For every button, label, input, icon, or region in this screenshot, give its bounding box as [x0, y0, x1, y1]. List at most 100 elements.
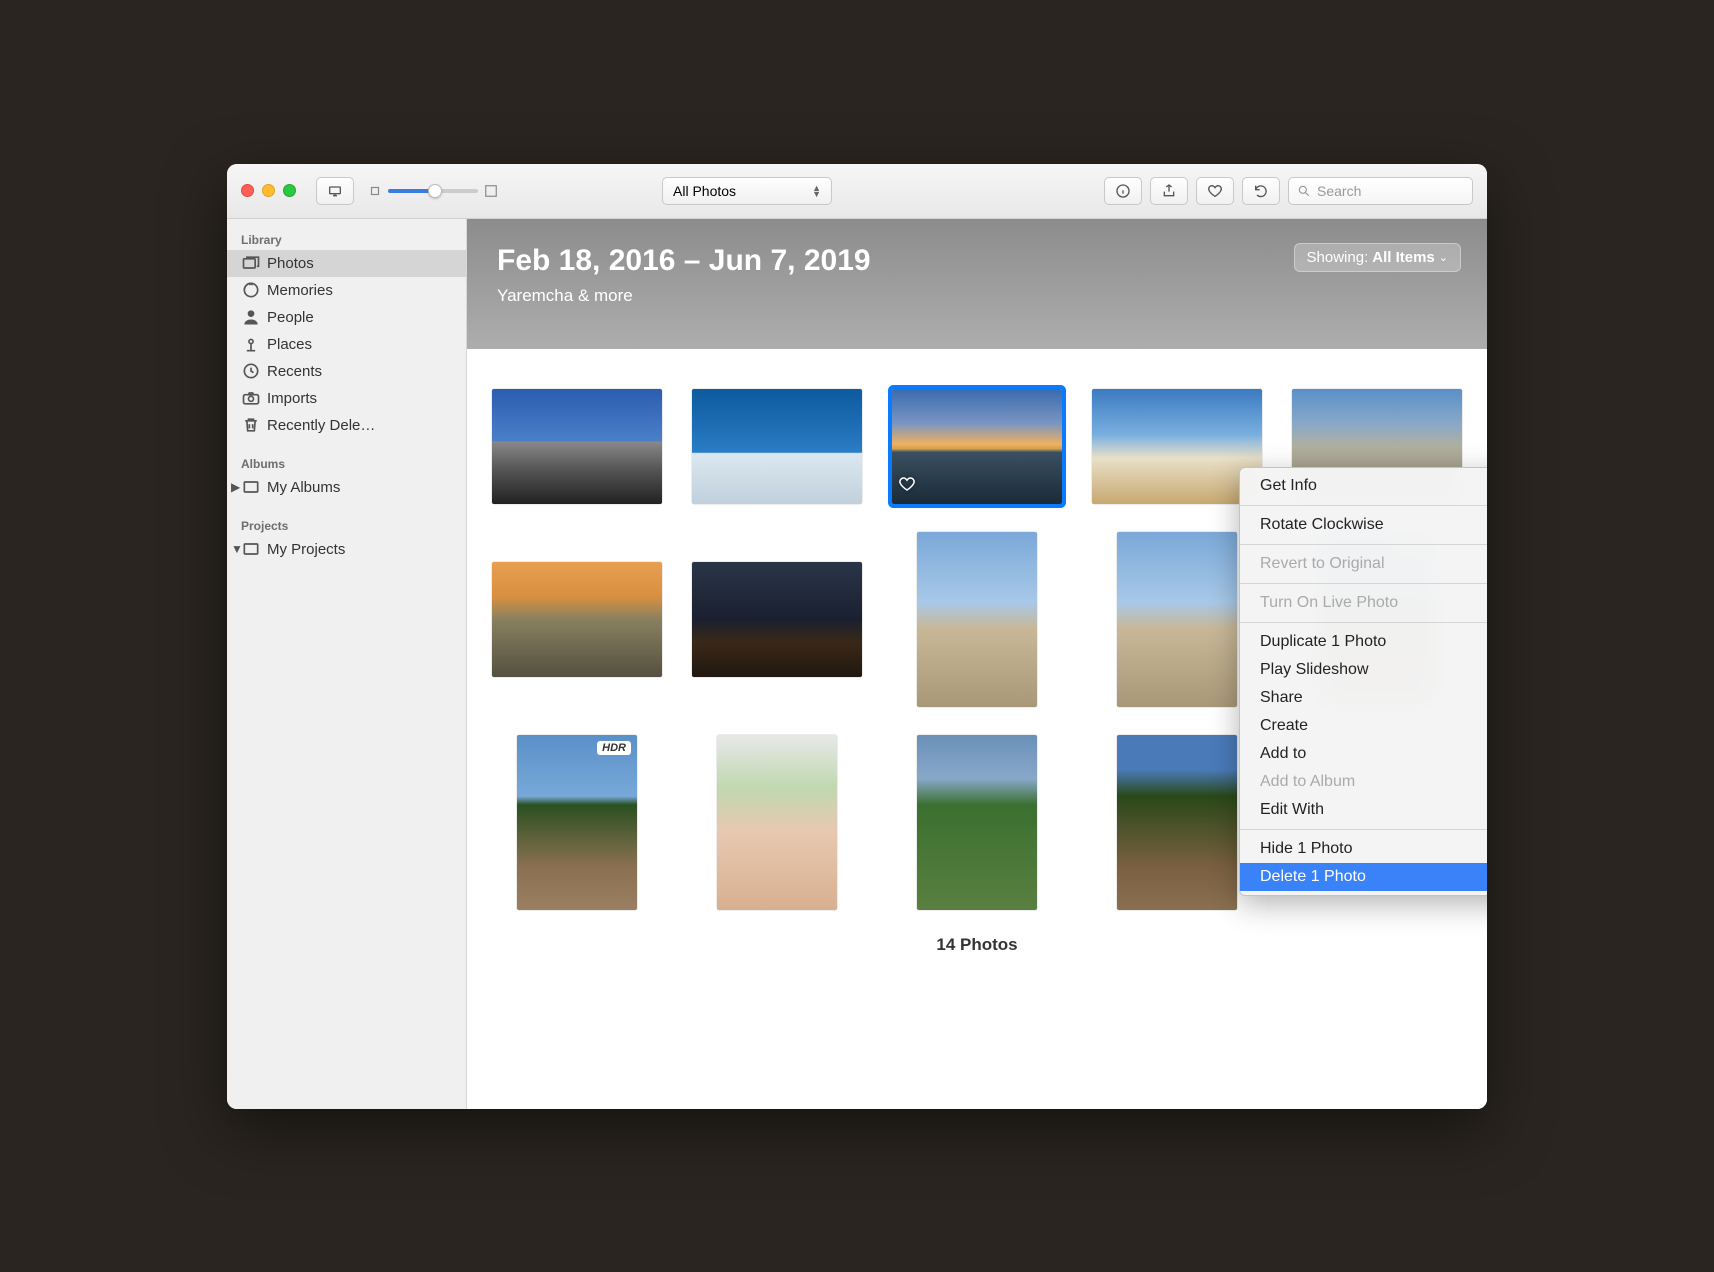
photo-thumbnail[interactable] [492, 389, 662, 504]
location-subtitle: Yaremcha & more [497, 286, 1457, 306]
showing-label: Showing: [1307, 249, 1369, 266]
photo-thumbnail[interactable] [917, 735, 1037, 910]
sidebar-section-projects: Projects [227, 513, 466, 536]
menu-revert-original: Revert to Original [1240, 550, 1487, 578]
sidebar-item-label: Memories [267, 282, 333, 299]
photo-thumbnail[interactable] [917, 532, 1037, 707]
zoom-slider[interactable] [388, 189, 478, 193]
sidebar-item-label: My Albums [267, 479, 340, 496]
share-button[interactable] [1150, 177, 1188, 205]
person-icon [241, 307, 261, 327]
trash-icon [241, 415, 261, 435]
showing-value: All Items [1372, 249, 1435, 266]
context-menu: Get Info Rotate Clockwise Revert to Orig… [1239, 467, 1487, 896]
sidebar-item-label: Photos [267, 255, 314, 272]
menu-separator [1240, 622, 1487, 623]
sidebar-item-recents[interactable]: Recents [227, 358, 466, 385]
thumbnail-large-icon [484, 184, 498, 198]
photos-app-window: All Photos ▲▼ Search Library [227, 164, 1487, 1109]
zoom-slider-knob[interactable] [428, 184, 442, 198]
menu-duplicate[interactable]: Duplicate 1 Photo [1240, 628, 1487, 656]
menu-separator [1240, 583, 1487, 584]
camera-import-icon [241, 388, 261, 408]
photo-thumbnail[interactable] [492, 562, 662, 677]
photos-stack-icon [241, 253, 261, 273]
photo-thumbnail[interactable] [717, 735, 837, 910]
sidebar-item-label: My Projects [267, 541, 345, 558]
view-selector[interactable]: All Photos ▲▼ [662, 177, 832, 205]
sidebar-item-memories[interactable]: Memories [227, 277, 466, 304]
rotate-button[interactable] [1242, 177, 1280, 205]
photo-thumbnail[interactable] [692, 562, 862, 677]
photo-thumbnail[interactable] [1117, 735, 1237, 910]
fullscreen-window-button[interactable] [283, 184, 296, 197]
showing-filter-button[interactable]: Showing: All Items ⌄ [1294, 243, 1461, 272]
memories-icon [241, 280, 261, 300]
close-window-button[interactable] [241, 184, 254, 197]
sidebar-item-label: People [267, 309, 314, 326]
menu-turn-on-live-photo: Turn On Live Photo [1240, 589, 1487, 617]
sidebar-item-label: Imports [267, 390, 317, 407]
favorite-heart-icon [898, 475, 916, 498]
menu-separator [1240, 544, 1487, 545]
photo-thumbnail[interactable] [1117, 532, 1237, 707]
minimize-window-button[interactable] [262, 184, 275, 197]
menu-edit-with[interactable]: Edit With▶ [1240, 796, 1487, 824]
project-icon [241, 539, 261, 559]
presentation-icon [327, 183, 343, 199]
menu-share[interactable]: Share▶ [1240, 684, 1487, 712]
share-icon [1161, 183, 1177, 199]
photo-thumbnail[interactable]: HDR [517, 735, 637, 910]
menu-play-slideshow[interactable]: Play Slideshow [1240, 656, 1487, 684]
window-body: Library Photos Memories People Places Re… [227, 219, 1487, 1109]
sidebar-section-albums: Albums [227, 451, 466, 474]
menu-get-info[interactable]: Get Info [1240, 472, 1487, 500]
info-icon [1115, 183, 1131, 199]
search-input[interactable]: Search [1288, 177, 1473, 205]
sidebar: Library Photos Memories People Places Re… [227, 219, 467, 1109]
slideshow-button[interactable] [316, 177, 354, 205]
disclosure-triangle-icon[interactable]: ▶ [231, 480, 240, 494]
info-button[interactable] [1104, 177, 1142, 205]
menu-add-to[interactable]: Add to▶ [1240, 740, 1487, 768]
menu-create[interactable]: Create▶ [1240, 712, 1487, 740]
sidebar-item-label: Recently Dele… [267, 417, 375, 434]
heart-icon [1207, 183, 1223, 199]
sidebar-item-my-albums[interactable]: ▶ My Albums [227, 474, 466, 501]
titlebar: All Photos ▲▼ Search [227, 164, 1487, 219]
clock-icon [241, 361, 261, 381]
sidebar-item-recently-deleted[interactable]: Recently Dele… [227, 412, 466, 439]
sidebar-item-imports[interactable]: Imports [227, 385, 466, 412]
search-placeholder: Search [1317, 183, 1361, 199]
zoom-slider-group [368, 184, 498, 198]
photo-thumbnail[interactable] [692, 389, 862, 504]
photo-thumbnail[interactable] [1092, 389, 1262, 504]
menu-separator [1240, 829, 1487, 830]
chevron-down-icon: ⌄ [1439, 251, 1448, 264]
sidebar-item-photos[interactable]: Photos [227, 250, 466, 277]
album-icon [241, 477, 261, 497]
traffic-lights [241, 184, 296, 197]
photo-count: 14 Photos [487, 910, 1467, 970]
sidebar-item-my-projects[interactable]: ▼ My Projects [227, 536, 466, 563]
menu-separator [1240, 505, 1487, 506]
toolbar-right: Search [1104, 177, 1473, 205]
favorite-button[interactable] [1196, 177, 1234, 205]
menu-add-to-album: Add to Album [1240, 768, 1487, 796]
sidebar-item-people[interactable]: People [227, 304, 466, 331]
view-selector-label: All Photos [673, 183, 736, 199]
stepper-chevrons-icon: ▲▼ [812, 185, 821, 197]
sidebar-item-label: Places [267, 336, 312, 353]
menu-rotate-clockwise[interactable]: Rotate Clockwise [1240, 511, 1487, 539]
pin-icon [241, 334, 261, 354]
sidebar-item-label: Recents [267, 363, 322, 380]
photo-thumbnail-selected[interactable] [892, 389, 1062, 504]
menu-hide-photo[interactable]: Hide 1 Photo [1240, 835, 1487, 863]
content-area: Feb 18, 2016 – Jun 7, 2019 Yaremcha & mo… [467, 219, 1487, 1109]
rotate-icon [1253, 183, 1269, 199]
hdr-badge: HDR [597, 741, 631, 755]
menu-delete-photo[interactable]: Delete 1 Photo [1240, 863, 1487, 891]
thumbnail-small-icon [368, 184, 382, 198]
search-icon [1297, 184, 1311, 198]
sidebar-item-places[interactable]: Places [227, 331, 466, 358]
